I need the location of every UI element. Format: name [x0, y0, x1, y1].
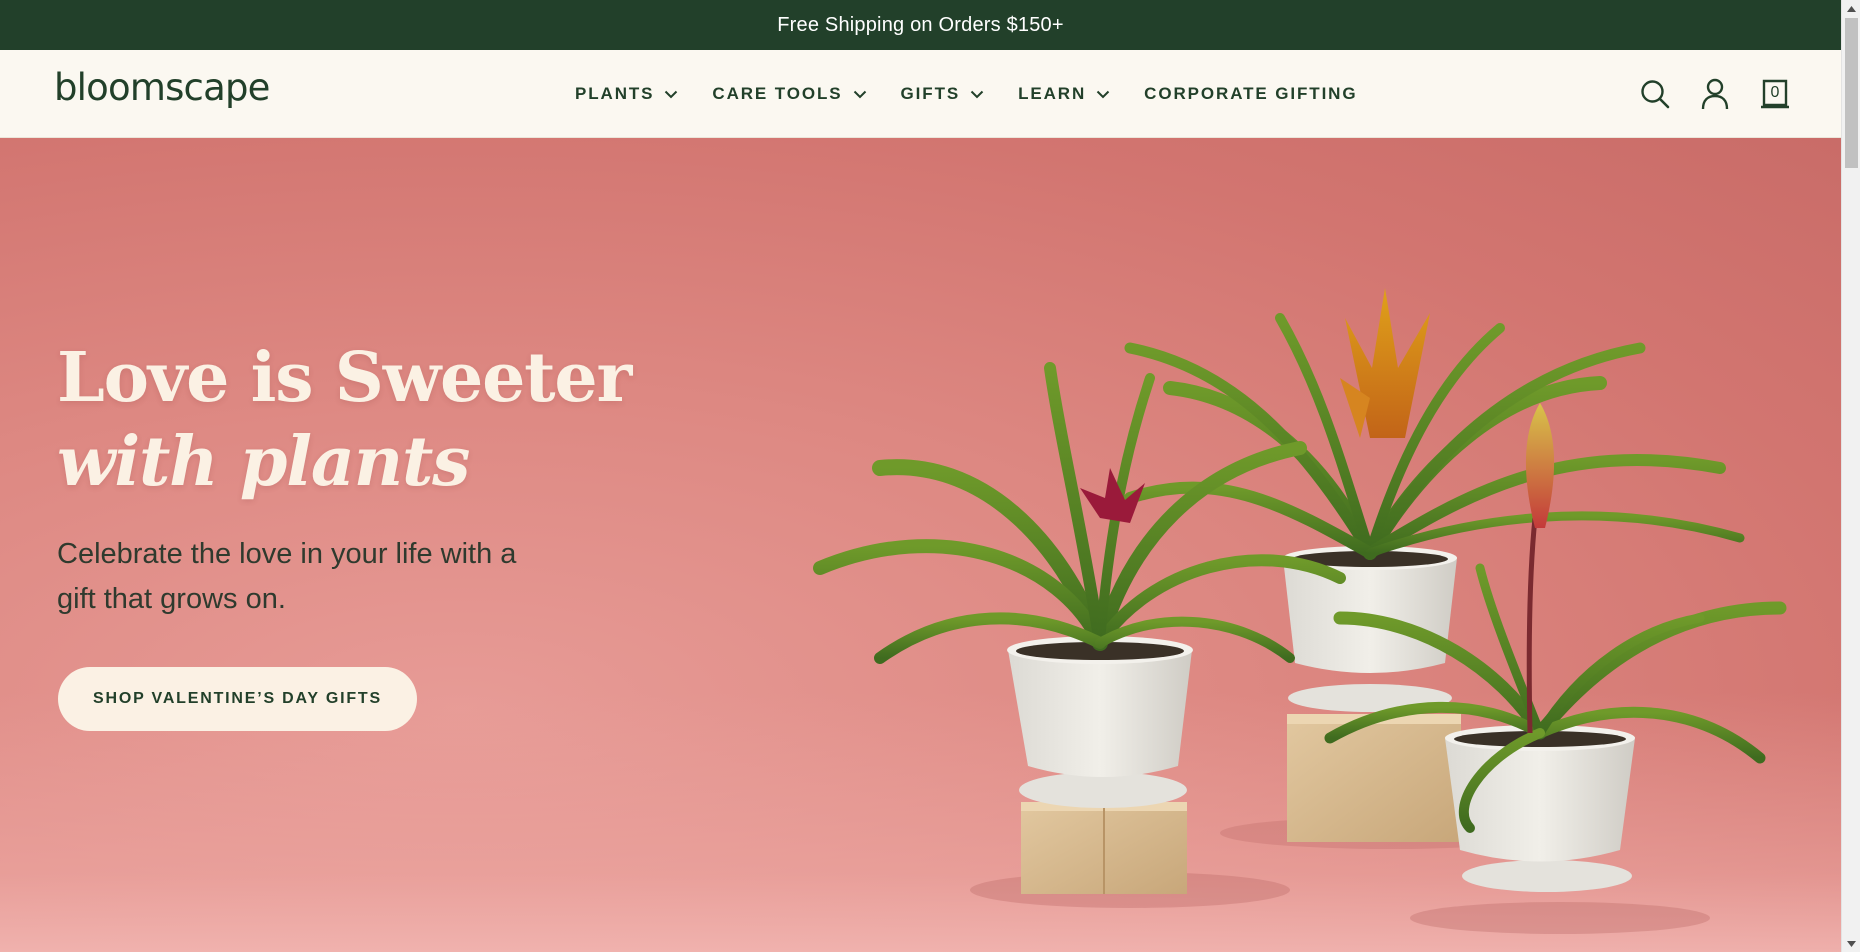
triangle-down-icon [1847, 940, 1856, 947]
chevron-down-icon [1096, 90, 1110, 98]
page-viewport: Free Shipping on Orders $150+ bloomscape… [0, 0, 1841, 952]
hero-title-line2: with plants [57, 422, 470, 502]
hero-title: Love is Sweeter with plants [57, 336, 632, 504]
nav-label: PLANTS [575, 84, 655, 103]
search-icon [1641, 80, 1670, 109]
nav-item-gifts[interactable]: GIFTS [901, 84, 985, 104]
account-icon [1701, 78, 1729, 110]
nav-item-care-tools[interactable]: CARE TOOLS [712, 84, 866, 104]
site-header: bloomscape PLANTS CARE TOOLS GIFTS LEARN… [0, 50, 1841, 138]
cart-button[interactable]: 0 [1759, 78, 1791, 110]
hero-subtitle: Celebrate the love in your life with a g… [57, 538, 517, 615]
announcement-bar: Free Shipping on Orders $150+ [0, 0, 1841, 50]
hero-title-line1: Love is Sweeter [57, 338, 632, 418]
logo[interactable]: bloomscape [54, 66, 270, 109]
account-button[interactable] [1699, 78, 1731, 110]
scroll-up-arrow[interactable] [1842, 0, 1860, 17]
announcement-text: Free Shipping on Orders $150+ [777, 13, 1064, 36]
nav-label: GIFTS [900, 84, 961, 103]
scroll-down-arrow[interactable] [1842, 935, 1860, 952]
triangle-up-icon [1847, 5, 1856, 12]
chevron-down-icon [853, 90, 866, 98]
chevron-down-icon [970, 90, 984, 98]
hero-banner: Love is Sweeter with plants Celebrate th… [0, 138, 1841, 952]
nav-label: LEARN [1018, 84, 1087, 103]
nav-item-corporate-gifting[interactable]: CORPORATE GIFTING [1144, 84, 1357, 104]
nav-item-plants[interactable]: PLANTS [575, 84, 678, 104]
nav-item-learn[interactable]: LEARN [1018, 84, 1110, 104]
cart-count: 0 [1770, 84, 1780, 101]
nav-label: CARE TOOLS [712, 84, 843, 103]
vertical-scrollbar[interactable] [1841, 0, 1860, 952]
scroll-thumb[interactable] [1845, 18, 1858, 168]
chevron-down-icon [665, 90, 678, 98]
shop-valentines-gifts-button[interactable]: SHOP VALENTINE’S DAY GIFTS [58, 667, 417, 731]
search-button[interactable] [1639, 78, 1671, 110]
nav-label: CORPORATE GIFTING [1144, 84, 1358, 103]
main-nav: PLANTS CARE TOOLS GIFTS LEARN CORPORATE … [575, 50, 1392, 138]
header-actions: 0 [1639, 50, 1791, 138]
